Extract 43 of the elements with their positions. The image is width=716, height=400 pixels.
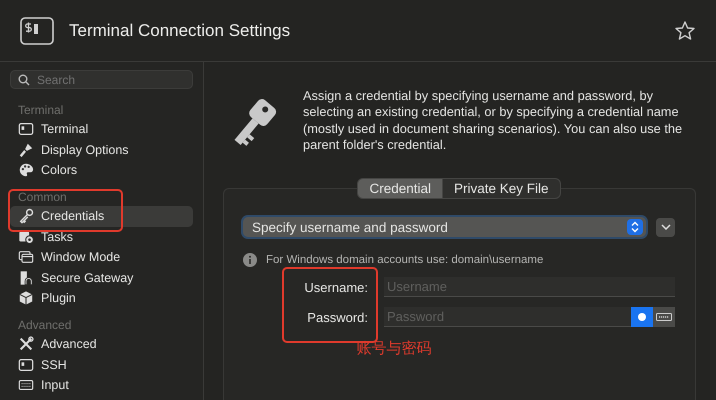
terminal-icon [20,16,54,44]
tab[interactable]: Credential [357,178,443,199]
expand-button[interactable] [656,218,675,236]
info-icon [243,253,257,267]
key-icon [18,208,34,224]
section-heading: Common [18,189,68,206]
description-text: Assign a credential by specifying username and password, by selecting an existing credential, or by specifying a credential name (mostly used in document sharing scenarios). You can also use the parent folder's credential. [303,88,683,154]
sidebar-item[interactable]: Credentials [10,206,193,227]
field-label: Username: [303,280,368,294]
hidden-mode-button[interactable] [631,307,653,327]
favorite-button[interactable] [674,20,696,42]
hint-text: For Windows domain accounts use: domain\username [266,254,544,266]
brush-icon [18,142,34,158]
sidebar-item[interactable]: Terminal [10,119,193,140]
credential-type-dropdown[interactable]: Specify username and password [243,217,646,237]
windows-icon [18,249,34,266]
sidebar-item[interactable]: Display Options [10,139,193,160]
sidebar-item[interactable]: SSH [10,354,193,375]
text-mode-button[interactable] [653,307,675,327]
sidebar-item[interactable]: Input [10,374,193,396]
search-icon [18,74,30,86]
tab[interactable]: Private Key File [443,178,561,199]
section-heading: Advanced [18,317,72,334]
tools-icon [18,336,34,352]
window-title: Terminal Connection Settings [69,20,292,40]
sidebar-item[interactable]: Window Mode [10,246,193,268]
chevron-down-icon [660,224,670,230]
sidebar-item[interactable]: Advanced [10,334,193,355]
star-icon [674,20,696,42]
stepper-icon [627,219,643,235]
terminal-icon [18,121,34,138]
dot-icon [638,313,646,321]
terminal-icon [18,356,34,373]
keyboard-icon [656,313,672,321]
palette-icon [18,162,34,178]
sidebar-item[interactable]: Secure Gateway [10,267,193,288]
sidebar-item[interactable]: Plugin [10,288,193,308]
sidebar-item[interactable]: Tasks [10,226,193,247]
section-heading: Terminal [18,102,64,119]
sidebar-item[interactable]: Colors [10,160,193,180]
cube-icon [18,290,34,306]
search-field[interactable]: Search [10,70,193,89]
field-label: Password: [306,310,368,324]
